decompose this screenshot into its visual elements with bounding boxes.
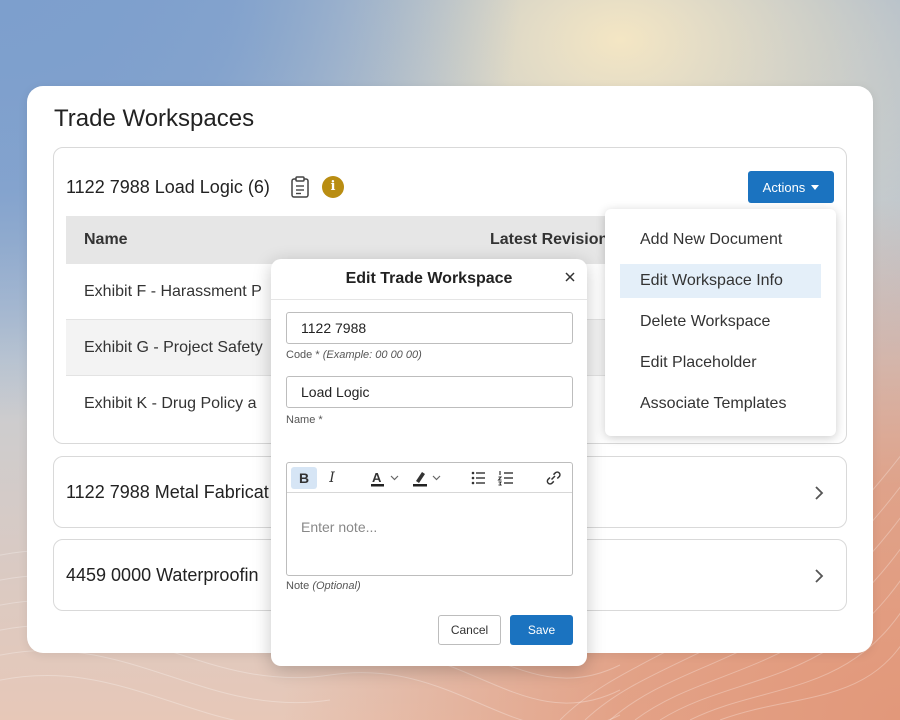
close-icon[interactable] — [564, 271, 576, 283]
menu-item-add-new-document[interactable]: Add New Document — [620, 223, 821, 257]
italic-button[interactable]: I — [322, 467, 342, 489]
clipboard-icon[interactable] — [290, 176, 310, 198]
chevron-right-icon[interactable] — [814, 485, 824, 501]
menu-item-edit-placeholder[interactable]: Edit Placeholder — [620, 346, 821, 380]
workspace-title[interactable]: 1122 7988 Load Logic (6) — [66, 177, 270, 198]
actions-label: Actions — [762, 179, 806, 195]
code-label: Code * (Example: 00 00 00) — [286, 349, 422, 361]
caret-down-icon — [811, 184, 820, 190]
chevron-right-icon[interactable] — [814, 568, 824, 584]
info-icon[interactable]: i — [322, 176, 344, 198]
name-label: Name * — [286, 414, 323, 426]
row-name: Exhibit G - Project Safety — [84, 339, 263, 356]
menu-item-edit-workspace-info[interactable]: Edit Workspace Info — [620, 264, 821, 298]
note-placeholder: Enter note... — [301, 519, 378, 535]
modal-title: Edit Trade Workspace — [345, 270, 513, 287]
code-example-text: (Example: 00 00 00) — [322, 349, 422, 361]
svg-text:A: A — [372, 470, 382, 485]
note-label-text: Note — [286, 580, 310, 592]
edit-workspace-modal: Edit Trade Workspace 1122 7988 Code * (E… — [271, 259, 587, 666]
column-header-latest-revision[interactable]: Latest Revision — [490, 231, 608, 249]
column-header-name[interactable]: Name — [84, 231, 128, 249]
save-button[interactable]: Save — [510, 615, 573, 645]
actions-menu: Add New Document Edit Workspace Info Del… — [605, 209, 836, 436]
note-label: Note (Optional) — [286, 580, 361, 592]
workspace-title: 1122 7988 Metal Fabricat — [66, 482, 269, 502]
row-name: Exhibit F - Harassment P — [84, 283, 262, 300]
code-label-text: Code * — [286, 349, 320, 361]
cancel-button[interactable]: Cancel — [438, 615, 501, 645]
workspace-title: 4459 0000 Waterproofin — [66, 565, 259, 585]
editor-toolbar: B I A — [287, 463, 572, 493]
menu-item-associate-templates[interactable]: Associate Templates — [620, 387, 821, 421]
note-editor[interactable]: B I A Enter note... — [286, 462, 573, 576]
link-icon[interactable] — [543, 467, 563, 489]
modal-divider — [271, 299, 587, 300]
page-title: Trade Workspaces — [54, 105, 255, 132]
code-input[interactable]: 1122 7988 — [286, 312, 573, 344]
name-input[interactable]: Load Logic — [286, 376, 573, 408]
highlight-icon[interactable] — [411, 467, 447, 489]
note-optional-text: (Optional) — [312, 580, 361, 592]
bullet-list-icon[interactable] — [470, 467, 488, 489]
bold-button[interactable]: B — [291, 467, 317, 489]
text-color-icon[interactable]: A — [369, 467, 405, 489]
menu-item-delete-workspace[interactable]: Delete Workspace — [620, 305, 821, 339]
actions-button[interactable]: Actions — [748, 171, 834, 203]
row-name: Exhibit K - Drug Policy a — [84, 395, 257, 412]
numbered-list-icon[interactable] — [497, 467, 515, 489]
